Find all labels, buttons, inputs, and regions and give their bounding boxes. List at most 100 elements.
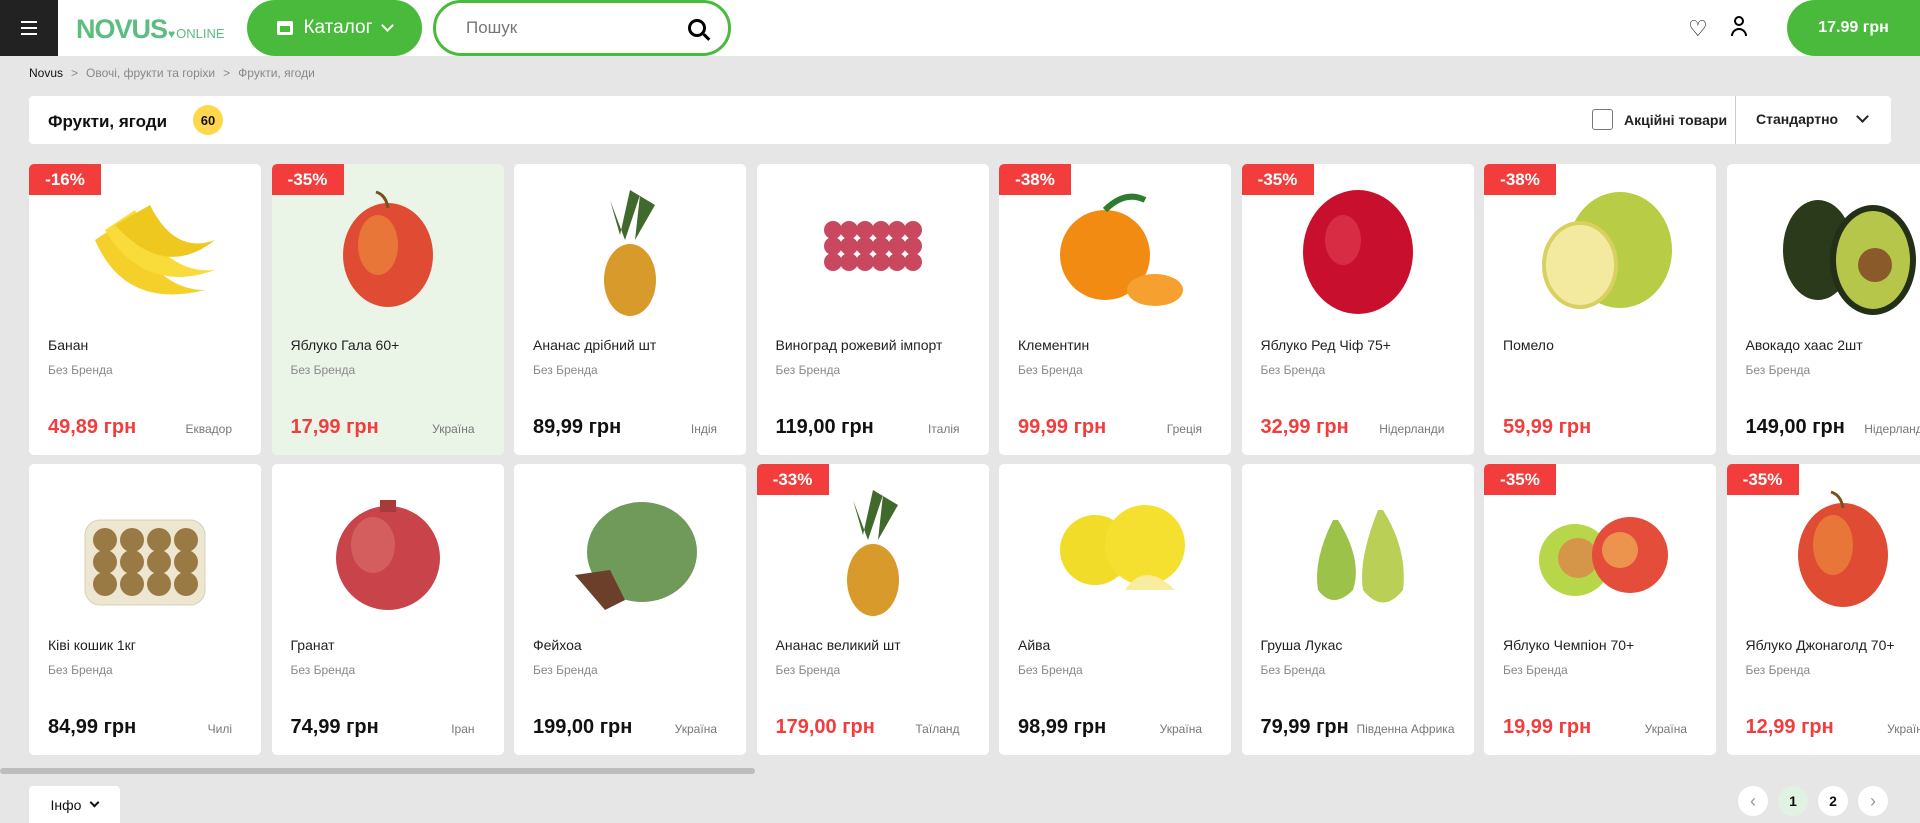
pear-image[interactable] xyxy=(1278,480,1438,620)
product-brand: Без Бренда xyxy=(1018,663,1083,677)
kiwi-image[interactable] xyxy=(65,480,225,620)
banana-image[interactable] xyxy=(65,180,225,320)
chevron-down-icon xyxy=(380,19,394,32)
info-button[interactable]: Інфо xyxy=(29,786,120,823)
product-price: 12,99 грн xyxy=(1745,716,1834,738)
promo-checkbox[interactable] xyxy=(1592,109,1613,130)
pineapple-image[interactable] xyxy=(550,180,710,320)
apple-red-image[interactable] xyxy=(308,180,468,320)
product-card[interactable]: Авокадо хаас 2шт Без Бренда 149,00 грн Н… xyxy=(1726,164,1920,455)
product-price: 84,99 грн xyxy=(48,716,137,738)
discount-badge: -35% xyxy=(1484,464,1556,495)
product-card[interactable]: -35% Яблуко Джонаголд 70+ Без Бренда 12,… xyxy=(1726,464,1920,755)
avocado-image[interactable] xyxy=(1763,180,1920,320)
product-country: Україна xyxy=(1887,722,1920,736)
product-name[interactable]: Ананас великий шт xyxy=(776,637,901,653)
quince-image[interactable] xyxy=(1035,480,1195,620)
product-name[interactable]: Яблуко Чемпіон 70+ xyxy=(1503,637,1634,653)
search-icon[interactable] xyxy=(688,19,706,37)
apple-green-image[interactable] xyxy=(1520,480,1680,620)
product-country: Таїланд xyxy=(915,722,960,736)
product-name[interactable]: Гранат xyxy=(291,637,335,653)
product-card[interactable]: Фейхоа Без Бренда 199,00 грн Україна xyxy=(514,464,746,755)
product-price: 49,89 грн xyxy=(48,416,137,438)
breadcrumb-item[interactable]: Фрукти, ягоди xyxy=(238,66,315,80)
product-name[interactable]: Помело xyxy=(1503,337,1554,353)
next-page-button[interactable]: › xyxy=(1858,786,1888,816)
product-card[interactable]: -38% Клементин Без Бренда 99,99 грн Грец… xyxy=(999,164,1231,455)
product-name[interactable]: Яблуко Гала 60+ xyxy=(291,337,400,353)
product-price: 17,99 грн xyxy=(290,416,379,438)
product-name[interactable]: Ананас дрібний шт xyxy=(533,337,656,353)
product-name[interactable]: Фейхоа xyxy=(533,637,582,653)
breadcrumb-item[interactable]: Novus xyxy=(29,66,63,80)
product-country: Південна Африка xyxy=(1356,722,1455,736)
pomelo-image[interactable] xyxy=(1520,180,1680,320)
product-card[interactable]: -35% Яблуко Гала 60+ Без Бренда 17,99 гр… xyxy=(271,164,504,455)
horizontal-scrollbar[interactable] xyxy=(0,768,755,774)
catalog-label: Каталог xyxy=(303,17,373,38)
product-name[interactable]: Авокадо хаас 2шт xyxy=(1746,337,1863,353)
product-card[interactable]: -33% Ананас великий шт Без Бренда 179,00… xyxy=(756,464,989,755)
product-country: Україна xyxy=(1644,722,1687,736)
page-button[interactable]: 1 xyxy=(1778,786,1808,816)
info-label: Інфо xyxy=(50,796,82,813)
product-country: Греція xyxy=(1166,422,1202,436)
product-price: 89,99 грн xyxy=(533,416,622,438)
product-name[interactable]: Айва xyxy=(1018,637,1050,653)
breadcrumb-separator: > xyxy=(71,66,79,80)
category-bar: Фрукти, ягоди 60 Акційні товари Стандарт… xyxy=(29,96,1891,144)
sort-dropdown[interactable]: Стандартно xyxy=(1756,110,1869,127)
product-name[interactable]: Груша Лукас xyxy=(1261,637,1343,653)
discount-badge: -38% xyxy=(999,164,1071,195)
apple-red-image[interactable] xyxy=(1763,480,1920,620)
product-row: Ківі кошик 1кг Без Бренда 84,99 грн Чилі… xyxy=(29,464,1920,755)
heart-logo-icon: ♥ xyxy=(168,27,175,41)
search-input[interactable] xyxy=(466,18,688,38)
product-name[interactable]: Яблуко Ред Чіф 75+ xyxy=(1261,337,1391,353)
product-card[interactable]: Ананас дрібний шт Без Бренда 89,99 грн І… xyxy=(514,164,746,455)
product-card[interactable]: Ківі кошик 1кг Без Бренда 84,99 грн Чилі xyxy=(29,464,261,755)
product-card[interactable]: Айва Без Бренда 98,99 грн Україна xyxy=(999,464,1231,755)
apple-dark-image[interactable] xyxy=(1278,180,1438,320)
product-country: Нідерланди xyxy=(1379,422,1445,436)
prev-page-button[interactable]: ‹ xyxy=(1738,786,1768,816)
product-name[interactable]: Виноград рожевий імпорт xyxy=(776,337,943,353)
product-brand: Без Бренда xyxy=(1260,363,1326,377)
product-card[interactable]: -35% Яблуко Ред Чіф 75+ Без Бренда 32,99… xyxy=(1241,164,1474,455)
user-icon[interactable] xyxy=(1729,16,1749,38)
product-card[interactable]: -38% Помело 59,99 грн xyxy=(1484,164,1716,455)
pomegranate-image[interactable] xyxy=(308,480,468,620)
logo-suffix: ONLINE xyxy=(176,26,225,41)
cart-button[interactable]: 17.99 грн xyxy=(1787,0,1920,56)
product-country: Іран xyxy=(451,722,475,736)
page-button[interactable]: 2 xyxy=(1818,786,1848,816)
grapes-image[interactable] xyxy=(793,180,953,320)
product-card[interactable]: Груша Лукас Без Бренда 79,99 грн Південн… xyxy=(1241,464,1474,755)
product-card[interactable]: -35% Яблуко Чемпіон 70+ Без Бренда 19,99… xyxy=(1484,464,1716,755)
menu-button[interactable] xyxy=(0,0,58,56)
feijoa-image[interactable] xyxy=(550,480,710,620)
heart-icon[interactable]: ♡ xyxy=(1688,16,1708,42)
logo[interactable]: NOVUS ♥ ONLINE xyxy=(76,14,225,45)
product-brand: Без Бренда xyxy=(1503,663,1568,677)
discount-badge: -33% xyxy=(756,464,829,495)
product-card[interactable]: Виноград рожевий імпорт Без Бренда 119,0… xyxy=(756,164,989,455)
product-row: -16% Банан Без Бренда 49,89 грн Еквадор … xyxy=(29,164,1920,455)
product-brand: Без Бренда xyxy=(775,663,841,677)
product-name[interactable]: Клементин xyxy=(1018,337,1089,353)
product-name[interactable]: Яблуко Джонаголд 70+ xyxy=(1746,637,1895,653)
product-name[interactable]: Банан xyxy=(48,337,88,353)
breadcrumb-item[interactable]: Овочі, фрукти та горіхи xyxy=(86,66,215,80)
product-price: 199,00 грн xyxy=(533,716,633,738)
promo-filter[interactable]: Акційні товари xyxy=(1592,109,1727,130)
product-price: 19,99 грн xyxy=(1503,716,1592,738)
product-card[interactable]: Гранат Без Бренда 74,99 грн Іран xyxy=(271,464,504,755)
product-brand: Без Бренда xyxy=(1260,663,1326,677)
pineapple-image[interactable] xyxy=(793,480,953,620)
catalog-button[interactable]: Каталог xyxy=(247,0,422,56)
clementine-image[interactable] xyxy=(1035,180,1195,320)
product-card[interactable]: -16% Банан Без Бренда 49,89 грн Еквадор xyxy=(29,164,261,455)
product-brand: Без Бренда xyxy=(290,363,356,377)
product-name[interactable]: Ківі кошик 1кг xyxy=(48,637,136,653)
